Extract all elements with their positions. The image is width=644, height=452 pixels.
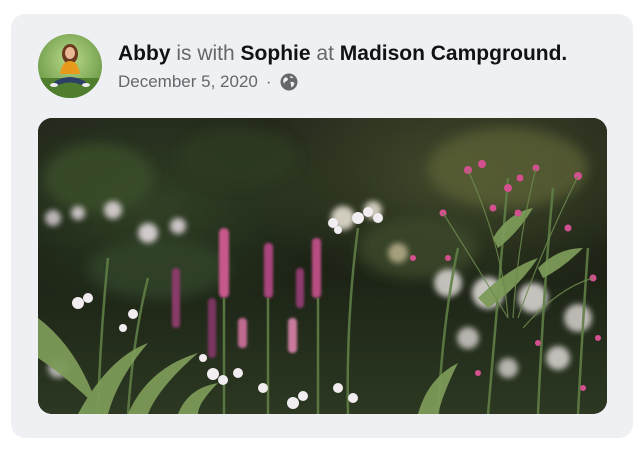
author-name-link[interactable]: Abby <box>118 42 171 65</box>
tagged-friend-link[interactable]: Sophie <box>241 42 311 65</box>
meta-separator: · <box>265 72 272 91</box>
at-text: at <box>316 42 334 65</box>
avatar-photo-icon <box>38 34 102 98</box>
location-link[interactable]: Madison Campground. <box>340 42 568 65</box>
post-header: Abby is with Sophie at Madison Campgroun… <box>118 41 567 67</box>
wildflower-meadow-photo <box>38 118 607 414</box>
post-meta: December 5, 2020 · <box>118 71 298 93</box>
with-text: is with <box>176 42 235 65</box>
post-card: Abby is with Sophie at Madison Campgroun… <box>11 14 633 438</box>
author-avatar[interactable] <box>38 34 102 98</box>
post-date-link[interactable]: December 5, 2020 <box>118 71 258 93</box>
globe-icon[interactable] <box>280 73 298 91</box>
post-photo[interactable] <box>38 118 607 414</box>
